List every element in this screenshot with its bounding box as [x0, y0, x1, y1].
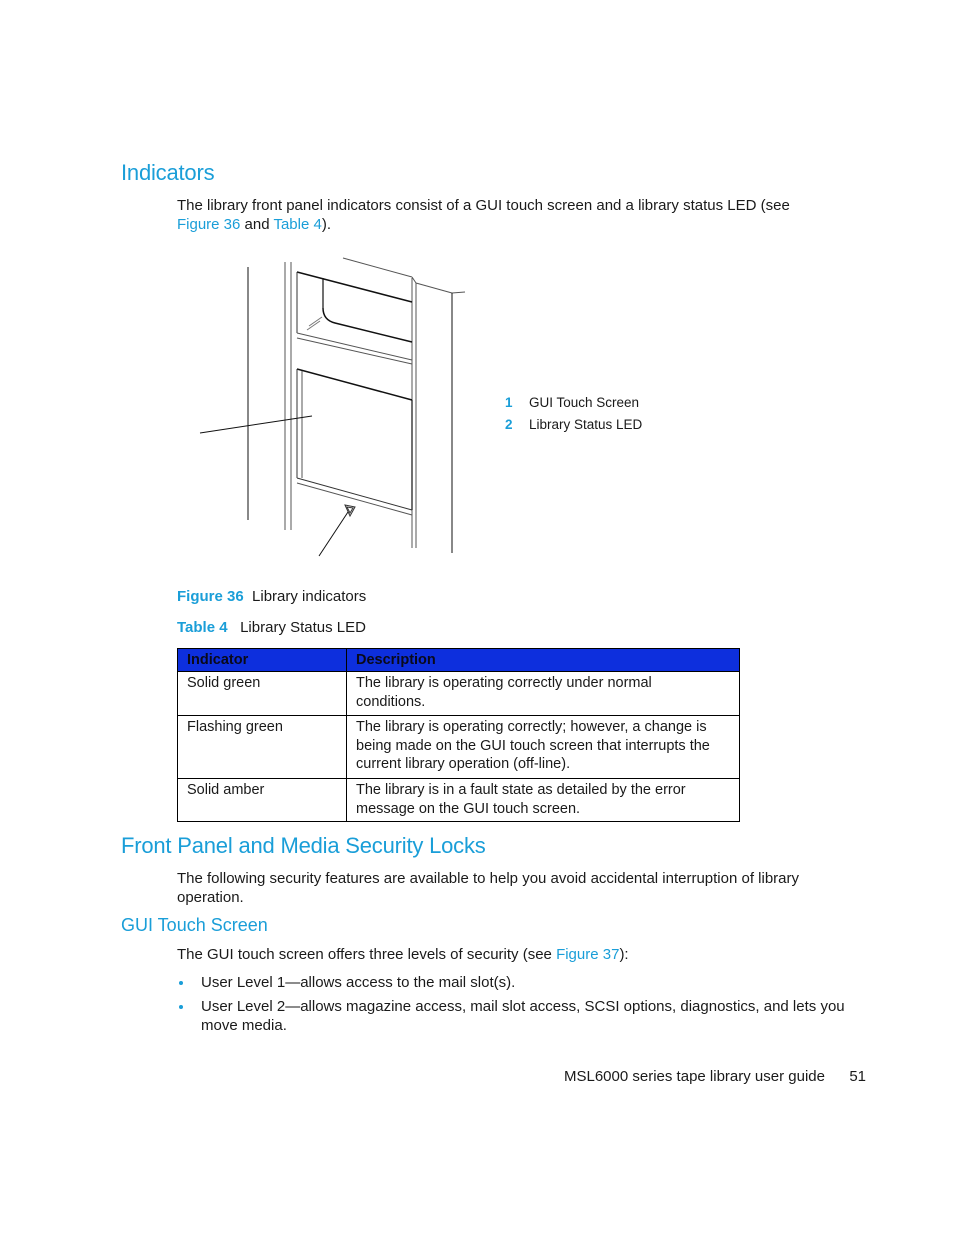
callout-item: 2 Library Status LED	[505, 415, 642, 437]
figure-caption: Figure 36 Library indicators	[177, 587, 366, 606]
bullet-item-user-level-1: User Level 1—allows access to the mail s…	[201, 974, 516, 991]
subsection-heading-gui-touch-screen: GUI Touch Screen	[121, 915, 268, 935]
section-heading-security-locks: Front Panel and Media Security Locks	[121, 833, 486, 858]
figure-37-link[interactable]: Figure 37	[556, 946, 619, 963]
indicator-cell: Flashing green	[177, 715, 347, 779]
gui-touch-screen-intro: The GUI touch screen offers three levels…	[177, 945, 629, 964]
table-row: Flashing green The library is operating …	[177, 715, 740, 779]
figure-caption-text: Library indicators	[252, 588, 367, 605]
indicator-cell: Solid amber	[177, 778, 347, 822]
indicator-cell: Solid green	[177, 671, 347, 716]
page-footer: MSL6000 series tape library user guide 5…	[564, 1067, 866, 1086]
figure-36-link[interactable]: Figure 36	[177, 216, 240, 233]
callout-item: 1 GUI Touch Screen	[505, 393, 642, 415]
table-4-link[interactable]: Table 4	[273, 216, 321, 233]
intro-text: The GUI touch screen offers three levels…	[177, 946, 557, 963]
callout-number: 1	[505, 395, 513, 410]
callout-label: GUI Touch Screen	[529, 395, 640, 410]
table-header-row: Indicator Description	[177, 648, 740, 672]
section-heading-indicators: Indicators	[121, 160, 215, 185]
table-caption-label: Table 4	[177, 619, 228, 636]
bullet-icon	[179, 1005, 183, 1009]
description-cell: The library is operating correctly; howe…	[346, 715, 740, 779]
table-row: Solid amber The library is in a fault st…	[177, 778, 740, 822]
column-header-description: Description	[346, 648, 740, 672]
description-cell: The library is operating correctly under…	[346, 671, 740, 716]
callout-number: 2	[505, 417, 513, 432]
bullet-item-user-level-2: User Level 2—allows magazine access, mai…	[201, 998, 845, 1034]
intro-text: The library front panel indicators consi…	[177, 197, 790, 214]
callout-label: Library Status LED	[529, 417, 643, 432]
table-caption-text: Library Status LED	[240, 619, 366, 636]
library-front-panel-illustration	[199, 257, 466, 557]
library-status-led-table: Indicator Description Solid green The li…	[177, 648, 740, 822]
figure-callout-legend: 1 GUI Touch Screen 2 Library Status LED	[505, 393, 642, 437]
table-row: Solid green The library is operating cor…	[177, 671, 740, 716]
intro-end: ).	[321, 216, 332, 233]
indicators-intro: The library front panel indicators consi…	[177, 196, 817, 234]
column-header-indicator: Indicator	[177, 648, 347, 672]
footer-guide-title: MSL6000 series tape library user guide	[564, 1068, 825, 1085]
table-caption: Table 4 Library Status LED	[177, 618, 366, 637]
bullet-icon	[179, 981, 183, 985]
description-cell: The library is in a fault state as detai…	[346, 778, 740, 822]
security-locks-intro: The following security features are avai…	[177, 870, 800, 906]
footer-page-number: 51	[849, 1068, 867, 1085]
figure-caption-label: Figure 36	[177, 588, 244, 605]
intro-end: ):	[619, 946, 629, 963]
intro-and: and	[240, 216, 274, 233]
